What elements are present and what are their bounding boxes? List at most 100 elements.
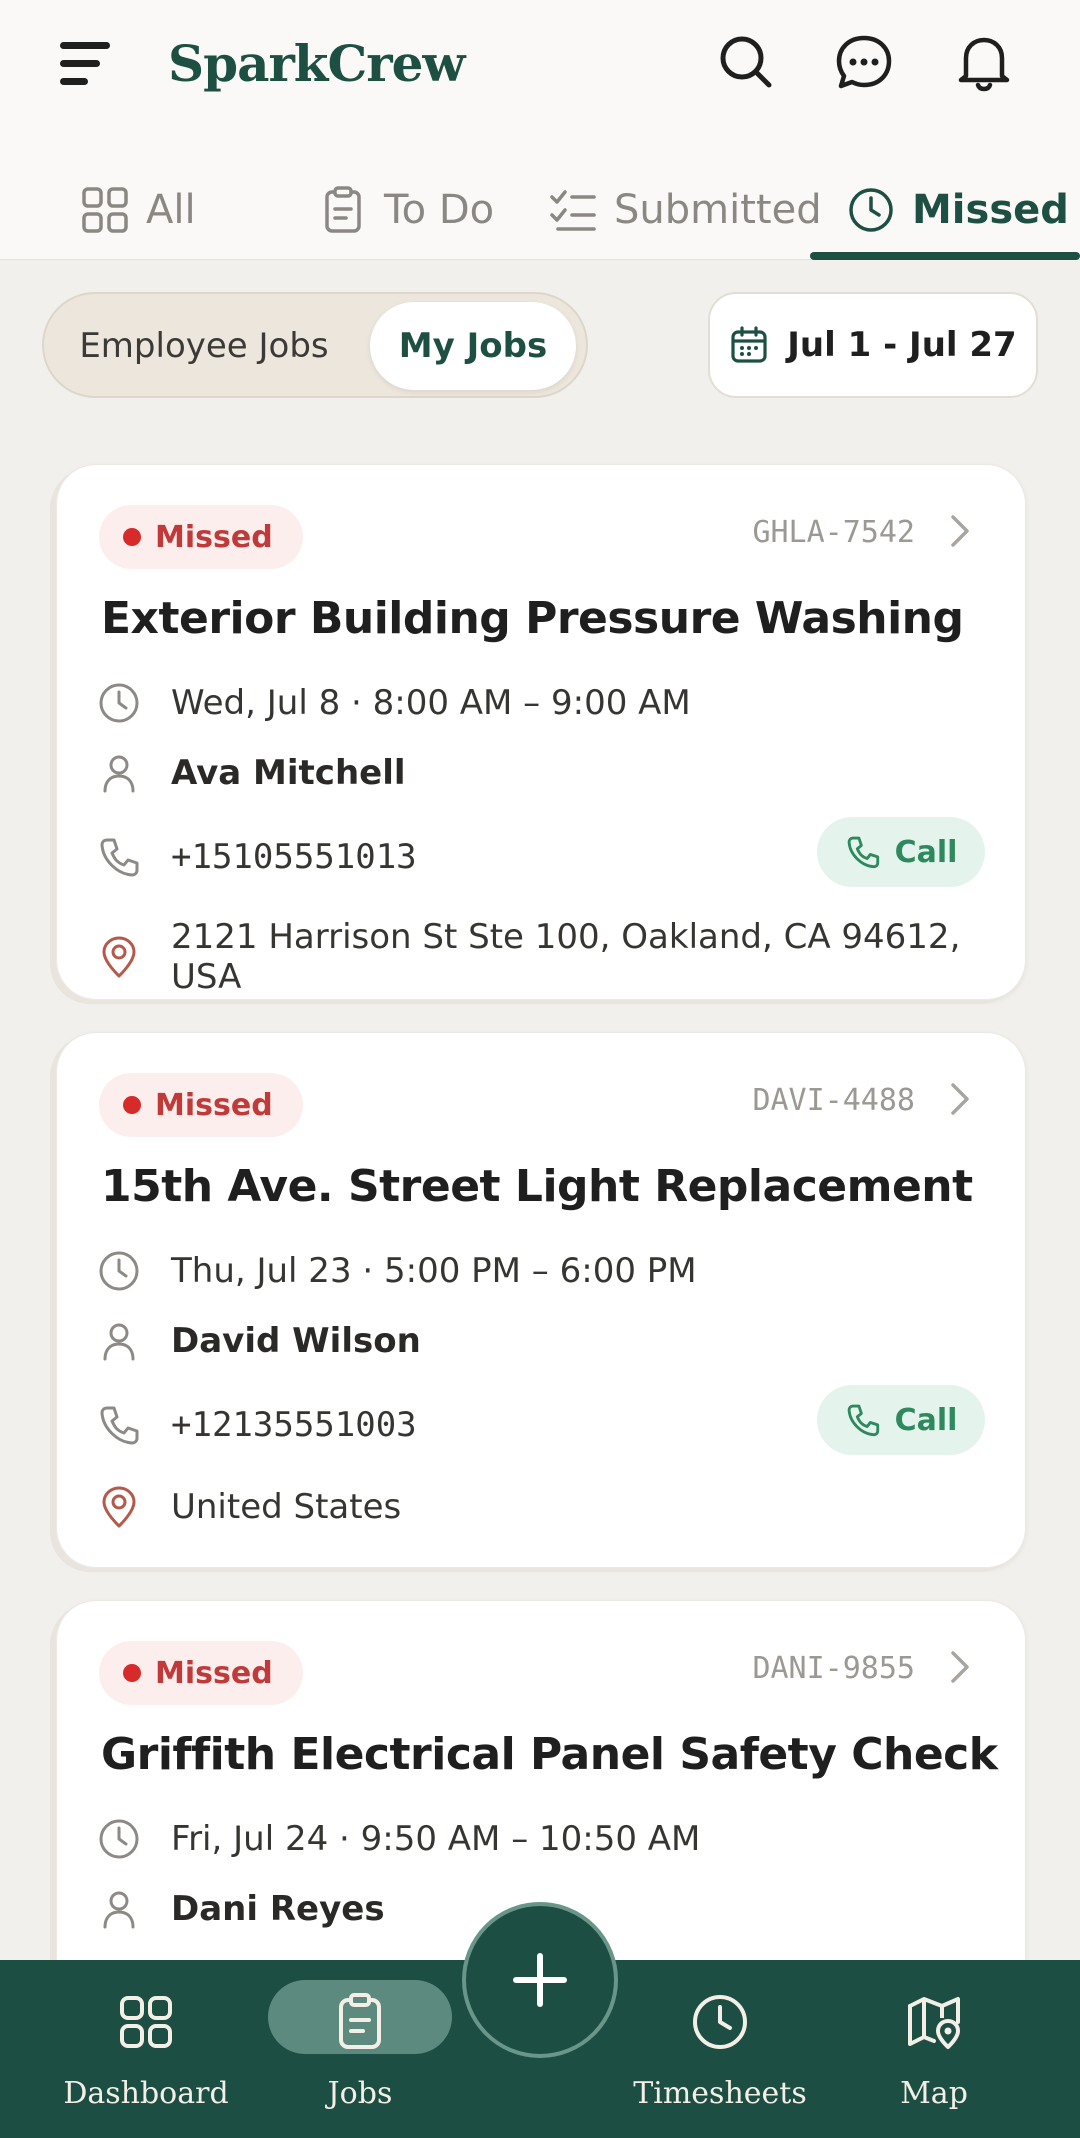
job-address: 2121 Harrison St Ste 100, Oakland, CA 94… [171,917,961,997]
calendar-icon [731,326,767,363]
status-dot [123,1664,141,1682]
job-address: United States [171,1487,402,1527]
job-title: Griffith Electrical Panel Safety Check [101,1729,998,1780]
segment-my-jobs[interactable]: My Jobs [370,302,576,390]
clock-icon [693,1995,747,2049]
job-address-row: United States [97,1485,401,1529]
person-icon [103,755,135,793]
customer-name: David Wilson [171,1321,421,1361]
job-title: Exterior Building Pressure Washing [101,593,964,644]
chevron-right-icon[interactable] [941,1647,977,1687]
tab-missed[interactable]: Missed [846,160,1069,260]
clock-icon [849,188,893,232]
call-label: Call [894,834,958,870]
clipboard-icon [325,186,361,233]
menu-icon [60,42,110,85]
job-time: Wed, Jul 8 · 8:00 AM – 9:00 AM [171,683,691,723]
location-pin-icon [102,936,136,978]
grid-icon [82,187,128,233]
brand-logo: SparkCrew [168,34,465,93]
location-pin-icon [102,1486,136,1528]
nav-label: Dashboard [63,2076,229,2111]
messages-button[interactable] [832,30,896,94]
menu-button[interactable] [56,36,116,92]
nav-timesheets[interactable]: Timesheets [620,1982,820,2122]
tab-label: To Do [384,187,495,233]
bell-icon [958,37,1010,92]
chat-icon [836,35,892,89]
clock-icon [99,683,139,723]
status-badge: Missed [99,1073,303,1137]
job-time: Thu, Jul 23 · 5:00 PM – 6:00 PM [171,1251,697,1291]
dashboard-icon [120,1996,172,2048]
phone-icon [100,1406,139,1445]
segment-employee-jobs[interactable]: Employee Jobs [54,302,354,390]
job-time-row: Fri, Jul 24 · 9:50 AM – 10:50 AM [97,1817,700,1861]
clock-icon [99,1819,139,1859]
nav-label: Map [900,2076,968,2111]
nav-label: Timesheets [633,2076,807,2111]
nav-map[interactable]: Map [834,1982,1034,2122]
phone-icon [847,1404,879,1437]
nav-jobs[interactable]: Jobs [260,1982,460,2122]
add-job-button[interactable] [462,1902,618,2058]
status-dot [123,1096,141,1114]
chevron-right-icon[interactable] [941,1079,977,1119]
tab-label: Missed [912,187,1069,233]
job-address-row: 2121 Harrison St Ste 100, Oakland, CA 94… [97,917,1025,997]
phone-number: +15105551013 [171,837,417,877]
status-badge: Missed [99,1641,303,1705]
phone-icon [100,838,139,877]
call-button[interactable]: Call [817,817,985,887]
job-card[interactable]: Missed DAVI-4488 15th Ave. Street Light … [56,1032,1026,1568]
status-tabs: All To Do Submitted Missed [0,160,1080,260]
job-title: 15th Ave. Street Light Replacement [101,1161,973,1212]
call-button[interactable]: Call [817,1385,985,1455]
date-range-button[interactable]: Jul 1 - Jul 27 [708,292,1038,398]
notifications-button[interactable] [952,30,1016,94]
tab-label: All [146,187,196,233]
job-phone-row: +12135551003 [97,1403,417,1447]
map-icon [908,1997,960,2049]
job-customer-row: Ava Mitchell [97,751,406,795]
job-customer-row: David Wilson [97,1319,421,1363]
clock-icon [99,1251,139,1291]
date-range-label: Jul 1 - Jul 27 [787,325,1017,365]
job-customer-row: Dani Reyes [97,1887,385,1931]
job-time-row: Thu, Jul 23 · 5:00 PM – 6:00 PM [97,1249,697,1293]
status-badge: Missed [99,505,303,569]
job-time-row: Wed, Jul 8 · 8:00 AM – 9:00 AM [97,681,691,725]
status-label: Missed [155,1087,273,1123]
phone-number: +12135551003 [171,1405,417,1445]
job-card[interactable]: Missed GHLA-7542 Exterior Building Press… [56,464,1026,1000]
status-dot [123,528,141,546]
person-icon [103,1891,135,1929]
call-label: Call [894,1402,958,1438]
nav-dashboard[interactable]: Dashboard [46,1982,246,2122]
job-phone-row: +15105551013 [97,835,417,879]
job-code: DANI-9855 [752,1651,915,1686]
checklist-icon [550,190,596,231]
plus-icon [513,1953,567,2007]
nav-label: Jobs [327,2076,393,2111]
status-label: Missed [155,1655,273,1691]
tab-all[interactable]: All [80,160,196,260]
search-icon [720,36,772,88]
jobs-scope-toggle: Employee Jobs My Jobs [42,292,588,398]
app-header: SparkCrew All To Do Submitted Missed [0,0,1080,260]
customer-name: Dani Reyes [171,1889,385,1929]
tab-to-do[interactable]: To Do [318,160,494,260]
person-icon [103,1323,135,1361]
active-tab-indicator [810,252,1080,260]
chevron-right-icon[interactable] [941,511,977,551]
job-time: Fri, Jul 24 · 9:50 AM – 10:50 AM [171,1819,701,1859]
search-button[interactable] [714,30,778,94]
phone-icon [847,836,879,869]
status-label: Missed [155,519,273,555]
job-code: DAVI-4488 [752,1083,915,1118]
customer-name: Ava Mitchell [171,753,406,793]
jobs-icon [339,1993,381,2049]
tab-label: Submitted [614,187,822,233]
job-code: GHLA-7542 [752,515,915,550]
tab-submitted[interactable]: Submitted [548,160,822,260]
